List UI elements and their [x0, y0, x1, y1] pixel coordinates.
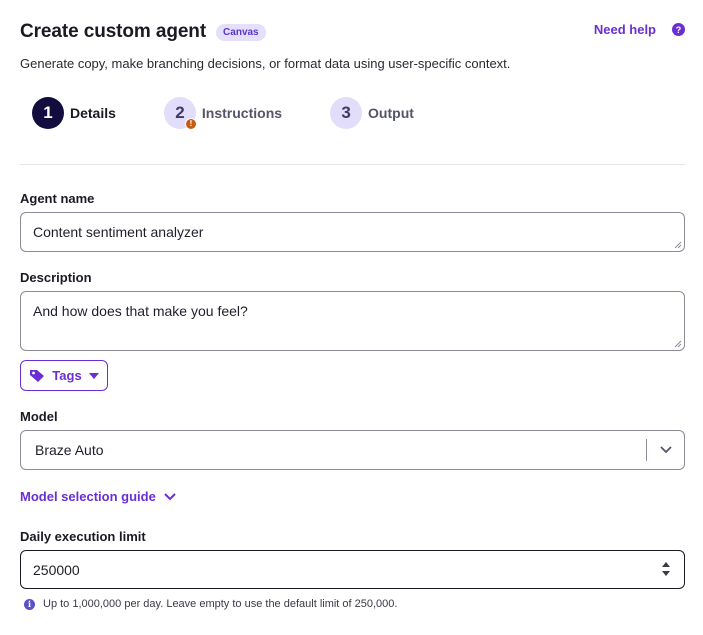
resize-handle-icon[interactable] [674, 241, 682, 249]
chevron-down-icon [164, 492, 176, 501]
description-value: And how does that make you feel? [33, 303, 248, 319]
model-value: Braze Auto [35, 442, 104, 458]
step-instructions[interactable]: 2 ! Instructions [163, 97, 283, 130]
agent-name-label: Agent name [20, 191, 95, 206]
description-textarea[interactable]: And how does that make you feel? [20, 291, 685, 351]
page-subtitle: Generate copy, make branching decisions,… [20, 56, 511, 71]
model-label: Model [20, 409, 58, 424]
step-number-container: 2 ! [163, 97, 197, 130]
number-stepper-icon[interactable] [662, 561, 670, 577]
divider [20, 164, 685, 165]
step-label: Instructions [201, 105, 283, 121]
step-label: Output [368, 105, 414, 121]
page-title: Create custom agent [20, 21, 207, 42]
canvas-badge: Canvas [216, 23, 266, 41]
step-details[interactable]: 1 Details [32, 97, 116, 129]
tags-label: Tags [52, 368, 82, 383]
help-icon[interactable]: ? [672, 23, 685, 36]
daily-limit-label: Daily execution limit [20, 529, 146, 544]
description-label: Description [20, 270, 92, 285]
tag-icon [29, 369, 45, 383]
need-help-link[interactable]: Need help [594, 22, 656, 37]
model-select[interactable]: Braze Auto [20, 430, 685, 470]
info-icon: i [24, 598, 35, 610]
hint-text: Up to 1,000,000 per day. Leave empty to … [43, 598, 398, 610]
caret-down-icon [88, 372, 99, 379]
agent-name-value: Content sentiment analyzer [33, 224, 204, 240]
daily-limit-input[interactable]: 250000 [20, 550, 685, 589]
chevron-down-icon[interactable] [647, 446, 684, 454]
stepper: 1 Details 2 ! Instructions 3 Output [32, 97, 414, 130]
warning-icon: ! [184, 118, 197, 130]
tags-button[interactable]: Tags [20, 360, 108, 391]
page-header: Create custom agent Canvas Need help ? [20, 18, 685, 46]
guide-label: Model selection guide [20, 489, 156, 504]
model-selection-guide-link[interactable]: Model selection guide [20, 489, 176, 504]
resize-handle-icon[interactable] [674, 340, 682, 348]
step-number: 3 [330, 97, 363, 129]
daily-limit-value: 250000 [33, 561, 80, 578]
agent-name-input[interactable]: Content sentiment analyzer [20, 212, 685, 252]
daily-limit-hint: i Up to 1,000,000 per day. Leave empty t… [24, 598, 397, 610]
step-output[interactable]: 3 Output [330, 97, 414, 129]
step-number: 2 [175, 103, 185, 122]
step-label: Details [70, 105, 116, 121]
step-number: 1 [32, 97, 64, 129]
help-area: Need help ? [594, 22, 685, 37]
